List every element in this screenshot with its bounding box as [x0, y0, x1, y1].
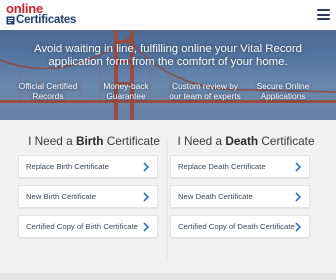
- hamburger-menu-icon[interactable]: [317, 9, 330, 20]
- hero-title: Avoid waiting in line, fulfilling online…: [33, 43, 303, 68]
- chevron-right-icon: [295, 222, 301, 232]
- button-label: New Birth Certificate: [26, 192, 97, 201]
- chevron-right-icon: [295, 162, 301, 172]
- chevron-right-icon: [295, 192, 301, 202]
- button-label: Replace Birth Certificate: [26, 162, 109, 171]
- certified-copy-birth-certificate-button[interactable]: Certified Copy of Birth Certificate: [18, 215, 158, 238]
- logo-certificates-text: Certificates: [16, 14, 77, 26]
- hero-banner: Avoid waiting in line, fulfilling online…: [0, 30, 336, 120]
- chevron-right-icon: [143, 162, 149, 172]
- site-logo[interactable]: online Certificates: [5, 2, 85, 28]
- chevron-right-icon: [143, 222, 149, 232]
- birth-certificate-section: I Need a Birth Certificate Replace Birth…: [18, 120, 170, 274]
- feature-money-back: Money-back Guarantee: [103, 81, 149, 101]
- birth-section-title: I Need a Birth Certificate: [28, 134, 160, 148]
- feature-expert-review: Custom review by our team of experts: [169, 81, 241, 101]
- death-certificate-section: I Need a Death Certificate Replace Death…: [170, 120, 322, 274]
- feature-secure-applications: Secure Online Applications: [256, 81, 310, 101]
- button-label: Certified Copy of Death Certificate: [178, 222, 295, 231]
- certificate-icon: [6, 16, 15, 25]
- new-death-certificate-button[interactable]: New Death Certificate: [170, 185, 310, 208]
- replace-birth-certificate-button[interactable]: Replace Birth Certificate: [18, 155, 158, 178]
- page-bottom-strip: [0, 273, 336, 280]
- replace-death-certificate-button[interactable]: Replace Death Certificate: [170, 155, 310, 178]
- certified-copy-death-certificate-button[interactable]: Certified Copy of Death Certificate: [170, 215, 310, 238]
- new-birth-certificate-button[interactable]: New Birth Certificate: [18, 185, 158, 208]
- button-label: Replace Death Certificate: [178, 162, 266, 171]
- button-label: New Death Certificate: [178, 192, 253, 201]
- chevron-right-icon: [143, 192, 149, 202]
- site-header: online Certificates: [0, 0, 336, 30]
- feature-certified-records: Official Certified Records: [18, 81, 78, 101]
- button-label: Certified Copy of Birth Certificate: [26, 222, 138, 231]
- death-section-title: I Need a Death Certificate: [177, 134, 315, 148]
